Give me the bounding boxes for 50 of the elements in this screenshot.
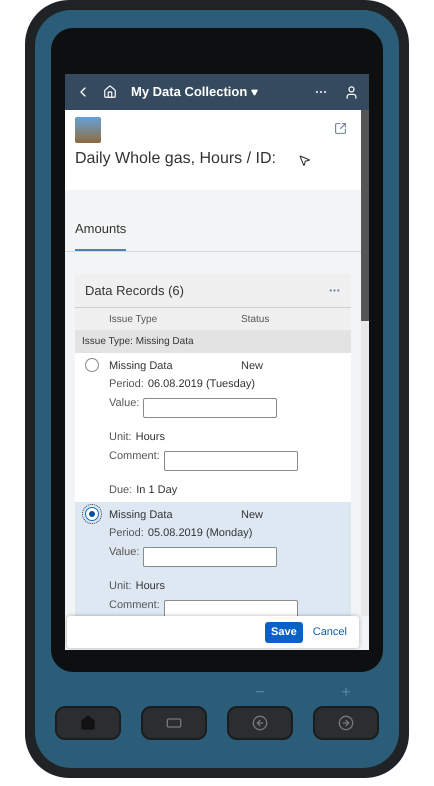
radio-button[interactable] bbox=[85, 358, 99, 372]
input-field[interactable] bbox=[143, 398, 278, 418]
status: New bbox=[241, 508, 264, 523]
input-field[interactable] bbox=[143, 547, 278, 567]
save-button[interactable]: Save bbox=[265, 622, 303, 642]
object-title: Daily Whole gas, Hours / ID: bbox=[75, 149, 276, 169]
share-icon[interactable] bbox=[334, 122, 347, 135]
record-row[interactable]: Missing Data New Period: 06.08.2019 (Tuesday) Value: Unit: Hours Comment: Due: In 1 Day bbox=[75, 353, 351, 502]
hardware-key[interactable] bbox=[227, 706, 293, 740]
app-title-menu[interactable]: My Data Collection bbox=[131, 82, 258, 102]
field-label: Value: bbox=[109, 396, 140, 411]
field-label: Comment: bbox=[109, 449, 160, 464]
user-icon[interactable] bbox=[344, 84, 359, 100]
field-value: 05.08.2019 (Monday) bbox=[148, 526, 252, 542]
field-label: Period: bbox=[109, 377, 144, 392]
key-caption: + bbox=[341, 683, 351, 703]
key-caption: − bbox=[255, 683, 265, 703]
panel-title: Data Records (6) bbox=[85, 282, 184, 300]
field-label: Period: bbox=[109, 526, 144, 542]
home-icon bbox=[80, 715, 96, 731]
field-label: Due: bbox=[109, 483, 132, 498]
input-field[interactable] bbox=[164, 451, 298, 471]
field-value: Hours bbox=[136, 430, 165, 446]
photo-placeholder bbox=[75, 117, 101, 143]
caret-icon bbox=[251, 88, 258, 96]
field-label: Value: bbox=[109, 545, 140, 560]
tab[interactable]: Amounts bbox=[75, 218, 126, 251]
group-header: Issue Type: Missing Data bbox=[75, 330, 351, 353]
radio-button[interactable] bbox=[85, 507, 99, 521]
field-value: Hours bbox=[136, 579, 165, 594]
arrow-right-icon bbox=[338, 715, 354, 731]
arrow-left-icon bbox=[252, 715, 268, 731]
cancel-button[interactable]: Cancel bbox=[306, 622, 353, 642]
hardware-key[interactable] bbox=[313, 706, 379, 740]
field-value: In 1 Day bbox=[136, 483, 178, 498]
home-icon[interactable] bbox=[103, 85, 117, 99]
column-header: Status bbox=[241, 312, 270, 326]
field-label: Comment: bbox=[109, 598, 160, 613]
field-label: Unit: bbox=[109, 430, 132, 446]
record-row[interactable]: Missing Data New Period: 05.08.2019 (Monday) Value: Unit: Hours Comment: bbox=[75, 502, 351, 616]
issue-type: Missing Data bbox=[109, 358, 174, 374]
input-field[interactable] bbox=[164, 600, 298, 616]
status: New bbox=[241, 358, 264, 374]
mouse-pointer-icon bbox=[298, 154, 311, 167]
issue-type: Missing Data bbox=[109, 508, 174, 523]
field-value: 06.08.2019 (Tuesday) bbox=[148, 377, 256, 392]
hardware-key[interactable] bbox=[55, 706, 121, 740]
column-header: Issue Type bbox=[109, 312, 158, 326]
field-label: Unit: bbox=[109, 579, 132, 594]
hardware-key[interactable] bbox=[141, 706, 207, 740]
